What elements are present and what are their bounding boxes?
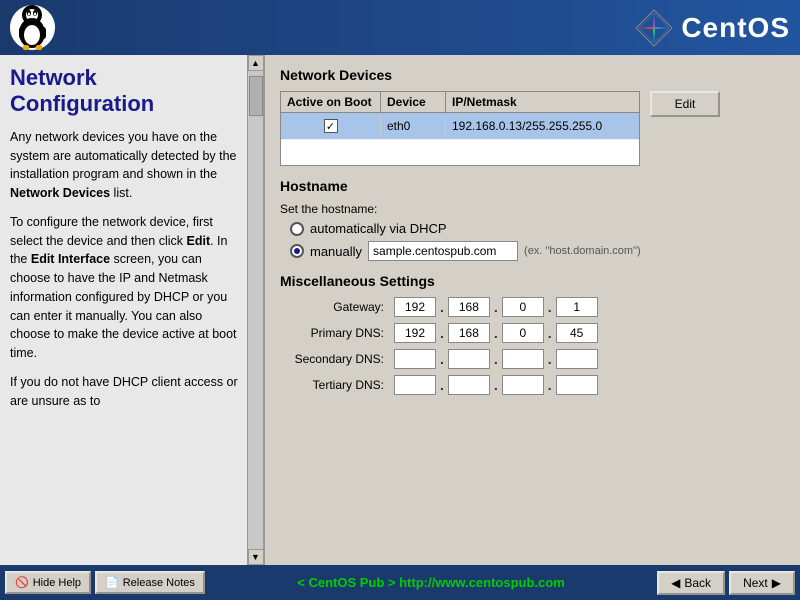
topbar: CentOS [0,0,800,55]
primary-dns-row: Primary DNS: . . . [280,323,785,343]
scroll-thumb[interactable] [249,76,263,116]
help-para3: If you do not have DHCP client access or… [10,373,238,411]
gateway-row: Gateway: . . . [280,297,785,317]
config-panel: Network Devices Active on Boot Device IP… [265,55,800,565]
col-header-device: Device [381,92,446,112]
gateway-o3[interactable] [502,297,544,317]
hostname-section: Hostname Set the hostname: automatically… [280,178,785,261]
scroll-up-arrow[interactable]: ▲ [248,55,264,71]
hide-help-button[interactable]: 🚫 Hide Help [5,571,91,594]
network-devices-table: Active on Boot Device IP/Netmask ✓ eth0 … [280,91,640,166]
primary-dns-label: Primary DNS: [280,326,390,340]
secondary-dns-o2[interactable] [448,349,490,369]
device-cell: eth0 [381,116,446,136]
misc-section: Miscellaneous Settings Gateway: . . . Pr… [280,273,785,395]
secondary-dns-o4[interactable] [556,349,598,369]
network-devices-title: Network Devices [280,67,785,83]
bottom-left-buttons: 🚫 Hide Help 📄 Release Notes [5,571,205,594]
secondary-dns-o3[interactable] [502,349,544,369]
release-notes-button[interactable]: 📄 Release Notes [95,571,205,594]
primary-dns-o3[interactable] [502,323,544,343]
release-notes-label: Release Notes [123,577,195,589]
gateway-o4[interactable] [556,297,598,317]
primary-dns-o1[interactable] [394,323,436,343]
centos-logo: CentOS [635,9,790,47]
next-label: Next [743,576,768,590]
back-icon: ◀ [671,576,680,590]
col-header-ip: IP/Netmask [446,92,639,112]
back-button[interactable]: ◀ Back [657,571,725,595]
misc-title: Miscellaneous Settings [280,273,785,289]
radio-manual-row[interactable]: manually (ex. "host.domain.com") [290,241,785,261]
primary-dns-o2[interactable] [448,323,490,343]
table-row-empty [281,139,639,165]
help-para2: To configure the network device, first s… [10,213,238,363]
col-header-boot: Active on Boot [281,92,381,112]
release-notes-icon: 📄 [105,576,119,589]
main-layout: Network Configuration Any network device… [0,55,800,565]
tertiary-dns-o2[interactable] [448,375,490,395]
tux-logo [10,5,55,50]
next-button[interactable]: Next ▶ [729,571,795,595]
secondary-dns-o1[interactable] [394,349,436,369]
gateway-o1[interactable] [394,297,436,317]
gateway-label: Gateway: [280,300,390,314]
tertiary-dns-o3[interactable] [502,375,544,395]
help-panel: Network Configuration Any network device… [0,55,265,565]
table-header: Active on Boot Device IP/Netmask [281,92,639,113]
next-icon: ▶ [772,576,781,590]
radio-auto-label: automatically via DHCP [310,221,447,236]
tertiary-dns-o4[interactable] [556,375,598,395]
page-title: Network Configuration [10,65,238,118]
tertiary-dns-row: Tertiary DNS: . . . [280,375,785,395]
set-hostname-label: Set the hostname: [280,202,785,216]
hostname-radio-group: automatically via DHCP manually (ex. "ho… [280,221,785,261]
primary-dns-o4[interactable] [556,323,598,343]
table-row[interactable]: ✓ eth0 192.168.0.13/255.255.255.0 [281,113,639,139]
bottom-bar: 🚫 Hide Help 📄 Release Notes < CentOS Pub… [0,565,800,600]
tertiary-dns-o1[interactable] [394,375,436,395]
ip-cell: 192.168.0.13/255.255.255.0 [446,116,639,136]
back-label: Back [684,576,711,590]
tertiary-dns-label: Tertiary DNS: [280,378,390,392]
hostname-hint: (ex. "host.domain.com") [524,245,641,257]
radio-auto[interactable] [290,222,304,236]
radio-manual-label: manually [310,244,362,259]
checkbox-checked[interactable]: ✓ [324,119,338,133]
radio-manual[interactable] [290,244,304,258]
centos-gem-icon [635,9,673,47]
gateway-o2[interactable] [448,297,490,317]
secondary-dns-label: Secondary DNS: [280,352,390,366]
secondary-dns-row: Secondary DNS: . . . [280,349,785,369]
scroll-down-arrow[interactable]: ▼ [248,549,264,565]
hide-help-icon: 🚫 [15,576,29,589]
centos-brand-text: CentOS [681,12,790,44]
hostname-title: Hostname [280,178,785,194]
hide-help-label: Hide Help [33,577,81,589]
help-content: Network Configuration Any network device… [0,55,263,430]
edit-button[interactable]: Edit [650,91,720,117]
radio-auto-row[interactable]: automatically via DHCP [290,221,785,236]
help-para1: Any network devices you have on the syst… [10,128,238,203]
network-devices-row: Active on Boot Device IP/Netmask ✓ eth0 … [280,91,785,166]
bottom-right-buttons: ◀ Back Next ▶ [657,571,795,595]
hostname-input[interactable] [368,241,518,261]
left-scrollbar[interactable]: ▲ ▼ [247,55,263,565]
boot-checkbox-cell[interactable]: ✓ [281,116,381,136]
bottom-center-text: < CentOS Pub > http://www.centospub.com [297,575,564,590]
